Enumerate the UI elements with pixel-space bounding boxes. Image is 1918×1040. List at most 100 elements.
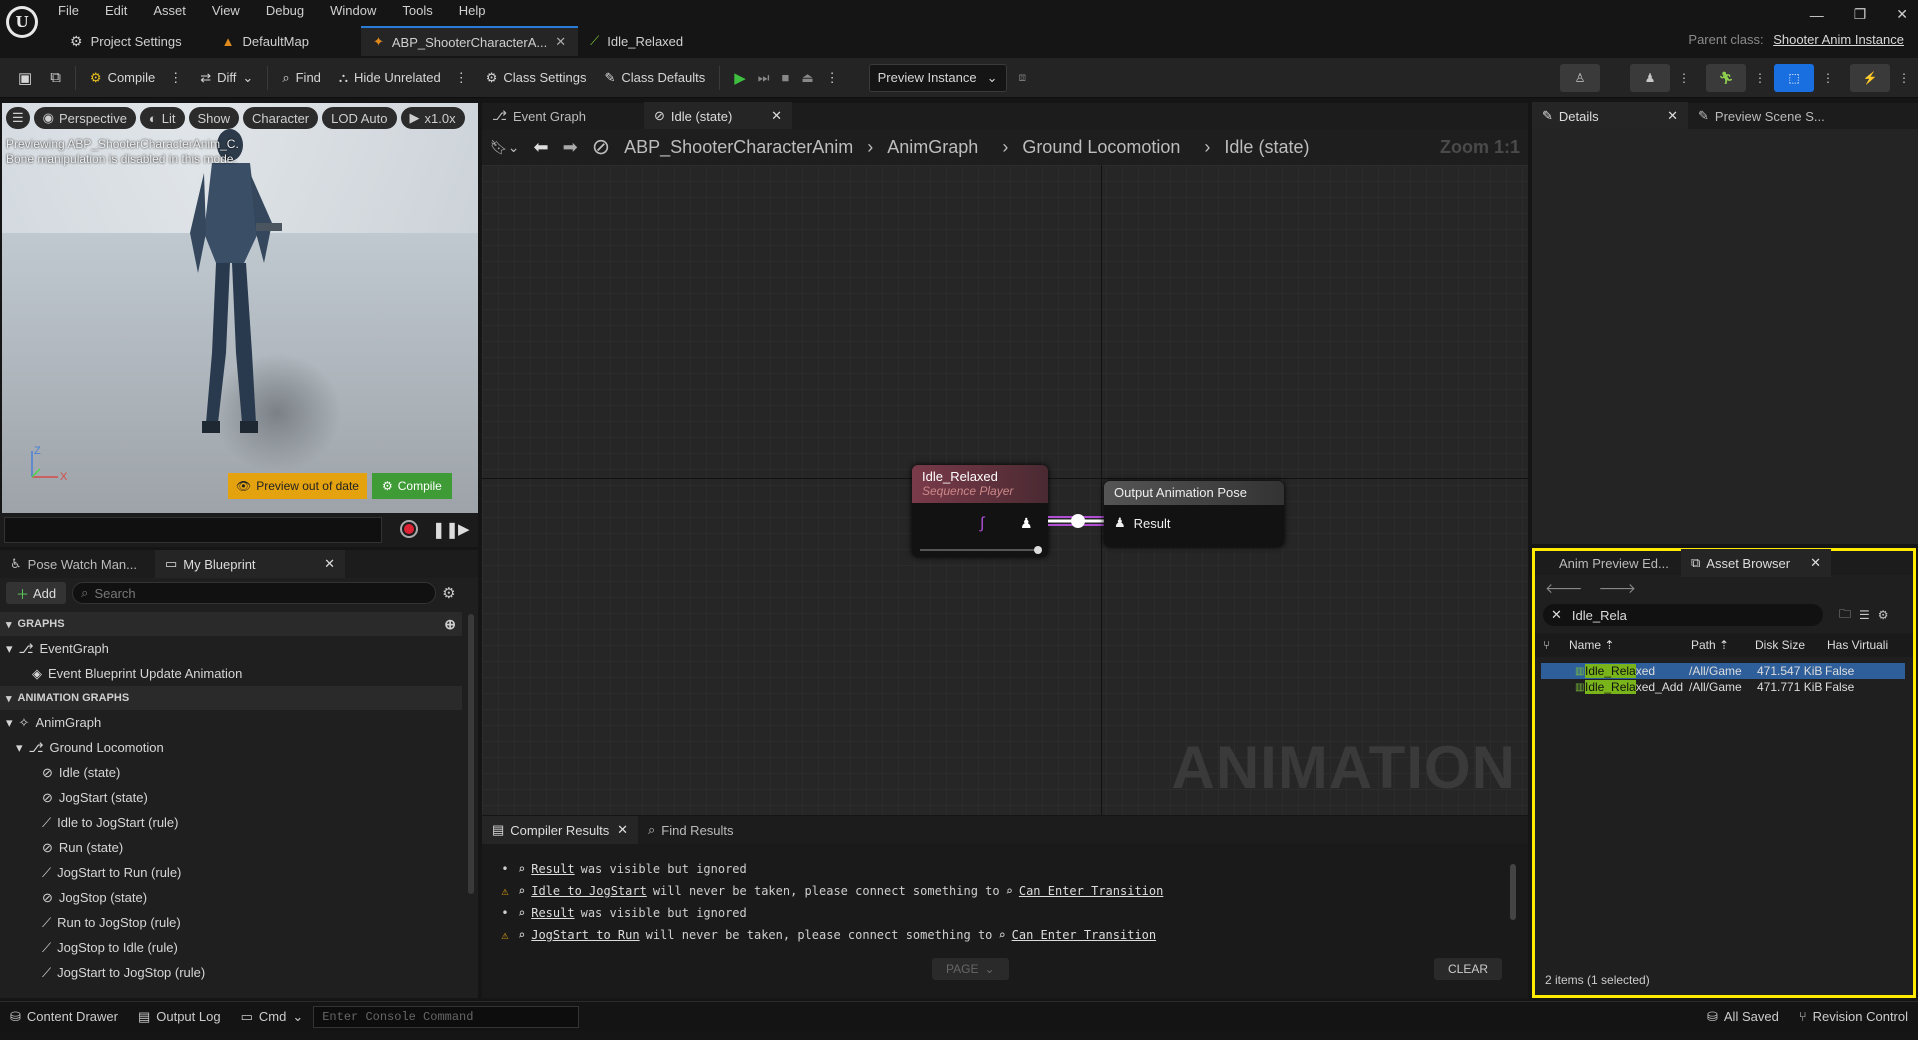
close-icon[interactable]: ✕ bbox=[617, 822, 628, 838]
restore-icon[interactable]: ❐ bbox=[1854, 6, 1867, 23]
compile-button[interactable]: ⚙ Compile ⋮ bbox=[82, 64, 190, 92]
tab-compiler-results[interactable]: ▤ Compiler Results ✕ bbox=[482, 816, 638, 844]
page-dropdown[interactable]: PAGE ⌄ bbox=[932, 958, 1009, 980]
tab-asset-browser[interactable]: ⧉ Asset Browser ✕ bbox=[1681, 549, 1831, 577]
table-row[interactable]: ▥ Idle_Relaxed /All/Game 471.547 KiB Fal… bbox=[1541, 663, 1905, 679]
close-window-icon[interactable]: ✕ bbox=[1896, 6, 1908, 23]
tab-idle-relaxed[interactable]: ⟋ Idle_Relaxed bbox=[578, 26, 695, 56]
breadcrumb-item[interactable]: Idle (state) bbox=[1224, 137, 1309, 158]
folder-icon[interactable]: 🗀 bbox=[1839, 605, 1851, 626]
tree-item-eventgraph[interactable]: ▾ ⎇ EventGraph bbox=[0, 636, 462, 661]
animation-graphs-header[interactable]: ▾ ANIMATION GRAPHS bbox=[0, 686, 462, 710]
tab-pose-watch[interactable]: ♿︎ Pose Watch Man... bbox=[0, 550, 147, 578]
lod-button[interactable]: LOD Auto bbox=[322, 107, 397, 129]
clear-button[interactable]: CLEAR bbox=[1433, 958, 1502, 980]
forward-arrow-icon[interactable]: 🡒 bbox=[1599, 580, 1637, 597]
stop-icon[interactable]: ■ bbox=[781, 70, 789, 85]
clear-search-icon[interactable]: ✕ bbox=[1551, 607, 1562, 623]
column-virtualized[interactable]: Has Virtuali bbox=[1827, 638, 1897, 652]
console-command-input[interactable]: Enter Console Command bbox=[313, 1005, 580, 1028]
filter-icon[interactable]: ☰ bbox=[1859, 608, 1870, 622]
lit-button[interactable]: ◐ Lit bbox=[139, 107, 185, 129]
back-arrow-icon[interactable]: 🡐 bbox=[1545, 580, 1583, 597]
debug-object-icon[interactable]: ⧈ bbox=[1019, 70, 1027, 85]
tab-my-blueprint[interactable]: ▭ My Blueprint ✕ bbox=[155, 550, 345, 578]
tree-item-jogstop-to-idle-rule[interactable]: ⟋ JogStop to Idle (rule) bbox=[0, 935, 462, 960]
menu-debug[interactable]: Debug bbox=[266, 0, 304, 22]
message-link[interactable]: Idle to JogStart bbox=[531, 884, 647, 898]
tab-idle-state[interactable]: ⊘ Idle (state) ✕ bbox=[644, 102, 792, 130]
minimize-icon[interactable]: — bbox=[1810, 7, 1824, 23]
more-icon[interactable]: ⋮ bbox=[1754, 71, 1766, 85]
back-arrow-icon[interactable]: ⬅ bbox=[534, 137, 549, 158]
menu-asset[interactable]: Asset bbox=[153, 0, 186, 22]
pose-output-pin[interactable]: ♟ bbox=[1020, 515, 1033, 532]
tree-item-idle-to-jogstart-rule[interactable]: ⟋ Idle to JogStart (rule) bbox=[0, 810, 462, 835]
more-icon[interactable]: ⋮ bbox=[826, 70, 839, 86]
tree-item-event-update[interactable]: ◈ Event Blueprint Update Animation bbox=[0, 661, 462, 686]
tab-find-results[interactable]: ⌕ Find Results bbox=[638, 816, 744, 844]
scrollbar[interactable] bbox=[1510, 864, 1516, 920]
breadcrumb-item[interactable]: ABP_ShooterCharacterAnim bbox=[624, 137, 853, 158]
cmd-dropdown[interactable]: ▭ Cmd ⌄ bbox=[231, 1002, 314, 1032]
result-pin[interactable]: ♟ Result bbox=[1114, 515, 1171, 531]
node-progress-knob[interactable] bbox=[1034, 546, 1042, 554]
unreal-logo-icon[interactable]: U bbox=[6, 6, 38, 38]
column-path[interactable]: Path ⇡ bbox=[1691, 638, 1755, 652]
scrollbar[interactable] bbox=[468, 614, 474, 894]
play-button[interactable]: ▶ ⏭ ■ ⏏ ⋮ bbox=[726, 64, 846, 92]
breadcrumb-item[interactable]: AnimGraph bbox=[887, 137, 978, 158]
menu-view[interactable]: View bbox=[212, 0, 240, 22]
output-animation-pose-node[interactable]: Output Animation Pose ♟ Result bbox=[1104, 481, 1284, 547]
menu-tools[interactable]: Tools bbox=[402, 0, 432, 22]
pause-icon[interactable]: ❚❚ bbox=[432, 520, 459, 540]
message-link[interactable]: Can Enter Transition bbox=[1012, 928, 1157, 942]
sequence-player-node[interactable]: Idle_Relaxed Sequence Player ∫ ♟ bbox=[912, 465, 1048, 557]
viewport-menu-button[interactable]: ☰ bbox=[6, 107, 30, 129]
forward-arrow-icon[interactable]: ➡ bbox=[563, 137, 578, 158]
bookmark-icon[interactable]: 🔖︎⌄ bbox=[490, 139, 520, 156]
record-icon[interactable] bbox=[400, 520, 418, 538]
menu-file[interactable]: File bbox=[58, 0, 79, 22]
all-saved-button[interactable]: ⛁ All Saved bbox=[1697, 1002, 1789, 1032]
add-button[interactable]: ＋ Add bbox=[6, 582, 67, 604]
message-link[interactable]: JogStart to Run bbox=[531, 928, 639, 942]
tree-item-ground-locomotion[interactable]: ▾ ⎇ Ground Locomotion bbox=[0, 735, 462, 760]
tab-anim-blueprint[interactable]: ✦ ABP_ShooterCharacterA... ✕ bbox=[360, 26, 579, 56]
more-icon[interactable]: ⋮ bbox=[1822, 71, 1834, 85]
message-link[interactable]: Result bbox=[531, 906, 574, 920]
animation-mode-button[interactable]: 🏃︎ bbox=[1706, 64, 1746, 92]
class-defaults-button[interactable]: ✎ Class Defaults bbox=[596, 64, 713, 92]
browse-button[interactable]: ⧉ bbox=[42, 64, 69, 92]
more-icon[interactable]: ⋮ bbox=[1678, 71, 1690, 85]
tab-project-settings[interactable]: ⚙ Project Settings bbox=[58, 26, 194, 56]
tree-item-run-to-jogstop-rule[interactable]: ⟋ Run to JogStop (rule) bbox=[0, 910, 462, 935]
diff-button[interactable]: ⇄ Diff ⌄ bbox=[192, 64, 261, 92]
close-icon[interactable]: ✕ bbox=[324, 556, 335, 572]
message-link[interactable]: Result bbox=[531, 862, 574, 876]
tree-item-jogstart-to-run-rule[interactable]: ⟋ JogStart to Run (rule) bbox=[0, 860, 462, 885]
content-drawer-button[interactable]: ⛁ Content Drawer bbox=[0, 1002, 128, 1032]
close-icon[interactable]: ✕ bbox=[555, 34, 566, 50]
play-forward-icon[interactable]: ▶ bbox=[458, 520, 470, 538]
class-settings-button[interactable]: ⚙ Class Settings bbox=[478, 64, 595, 92]
table-row[interactable]: ▥ Idle_Relaxed_Add /All/Game 471.771 KiB… bbox=[1541, 679, 1905, 695]
settings-icon[interactable]: ⚙ bbox=[442, 584, 455, 602]
menu-window[interactable]: Window bbox=[330, 0, 376, 22]
search-input[interactable]: ⌕ Search bbox=[72, 582, 437, 604]
step-icon[interactable]: ⏭ bbox=[758, 70, 770, 86]
timeline-scrubber[interactable] bbox=[4, 517, 382, 543]
more-icon[interactable]: ⋮ bbox=[1898, 71, 1910, 85]
add-graph-icon[interactable]: ⊕ bbox=[444, 616, 456, 633]
graphs-header[interactable]: ▾ GRAPHS ⊕ bbox=[0, 612, 462, 636]
eject-icon[interactable]: ⏏ bbox=[801, 70, 813, 86]
close-icon[interactable]: ✕ bbox=[1810, 555, 1821, 571]
viewport-compile-button[interactable]: ⚙ Compile bbox=[372, 473, 452, 499]
menu-help[interactable]: Help bbox=[459, 0, 486, 22]
revision-control-button[interactable]: ⑂ Revision Control bbox=[1789, 1002, 1918, 1032]
tree-item-jogstart-to-jogstop-rule[interactable]: ⟋ JogStart to JogStop (rule) bbox=[0, 960, 462, 985]
settings-icon[interactable]: ⚙ bbox=[1878, 608, 1889, 622]
preview-viewport[interactable]: ☰ ◉ Perspective ◐ Lit Show Character LOD A… bbox=[2, 103, 478, 513]
parent-class-link[interactable]: Shooter Anim Instance bbox=[1773, 32, 1904, 47]
more-icon[interactable]: ⋮ bbox=[169, 70, 182, 86]
